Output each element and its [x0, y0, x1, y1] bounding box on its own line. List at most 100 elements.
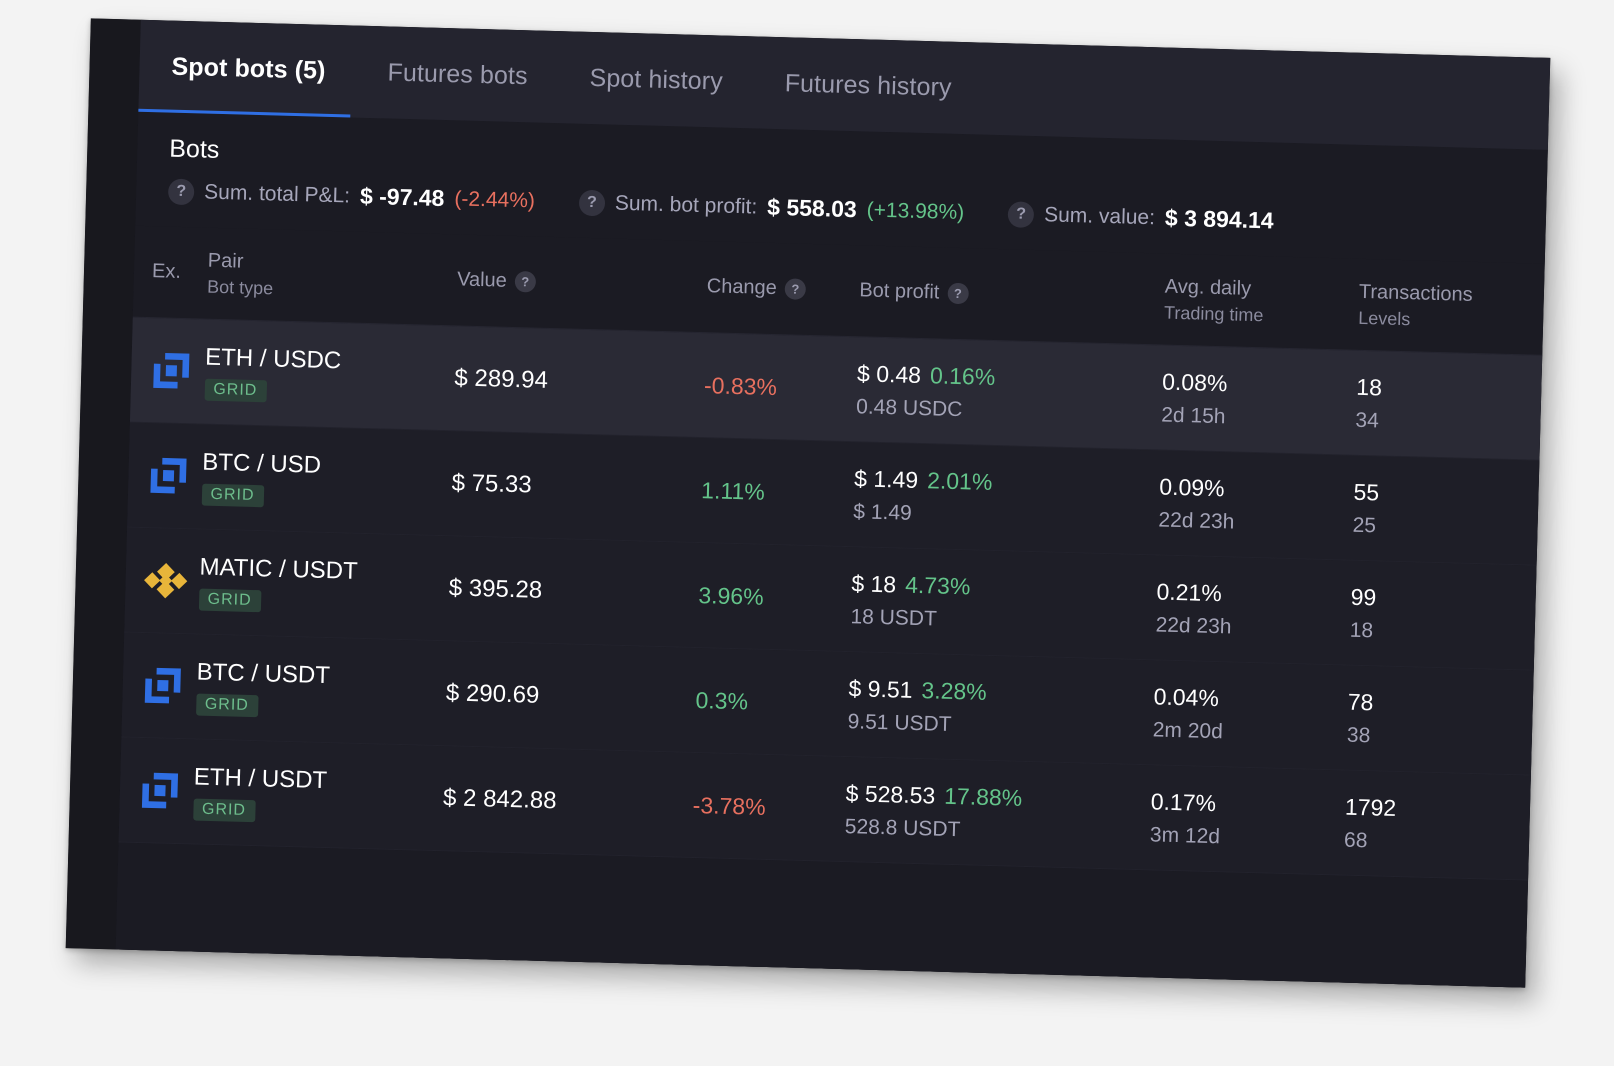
transactions-count: 99 — [1350, 583, 1377, 610]
tab-futures-bots[interactable]: Futures bots — [387, 58, 528, 91]
pair-label: ETH / USDC — [204, 343, 342, 374]
cell-value: $ 75.33 — [451, 469, 701, 504]
bot-profit-percent: 17.88% — [943, 782, 1023, 811]
tab-futures-history[interactable]: Futures history — [784, 69, 952, 103]
bot-profit-native: $ 1.49 — [853, 499, 913, 525]
value-amount: $ 289.94 — [454, 364, 549, 394]
cell-pair: BTC / USD GRID — [201, 448, 452, 512]
column-header-label: Ex. — [151, 260, 182, 283]
tab-spot-history[interactable]: Spot history — [589, 63, 723, 96]
cell-value: $ 2 842.88 — [443, 784, 693, 819]
bot-profit-amount: $ 0.48 0.16% — [856, 359, 996, 390]
column-header-sublabel: Trading time — [1163, 302, 1264, 325]
transactions-count: 78 — [1347, 688, 1374, 715]
cell-transactions: 78 38 — [1347, 688, 1534, 752]
bot-profit-amount: $ 18 4.73% — [851, 569, 971, 599]
cell-avg-daily: 0.21% 22d 23h — [1155, 578, 1351, 642]
change-percent: -0.83% — [703, 371, 778, 400]
column-header-transactions[interactable]: Transactions Levels — [1358, 280, 1544, 333]
summary-total-pnl: ? Sum. total P&L: $ -97.48 (-2.44%) — [167, 178, 536, 215]
cell-avg-daily: 0.08% 2d 15h — [1161, 368, 1357, 432]
value-amount: $ 290.69 — [445, 679, 540, 709]
bot-profit-native: 528.8 USDT — [844, 814, 961, 841]
avg-daily-percent: 0.17% — [1150, 787, 1217, 816]
cell-change: 0.3% — [695, 687, 848, 718]
column-header-label: Pair — [207, 249, 244, 273]
trading-time: 2m 20d — [1152, 717, 1224, 743]
bot-profit-amount: $ 528.53 17.88% — [845, 779, 1023, 811]
summary-value: $ 558.03 — [766, 193, 858, 223]
levels-count: 38 — [1346, 723, 1371, 747]
bot-type-badge: GRID — [192, 797, 256, 822]
cell-change: -0.83% — [704, 372, 857, 403]
bot-type-badge: GRID — [201, 483, 264, 507]
pair-label: BTC / USD — [202, 448, 322, 479]
summary-label: Sum. total P&L: — [203, 180, 351, 207]
cell-exchange — [143, 558, 200, 603]
summary-value: $ -97.48 — [359, 182, 445, 212]
help-icon[interactable]: ? — [1007, 200, 1035, 228]
column-header-pair[interactable]: Pair Bot type — [207, 249, 458, 304]
kraken-icon — [150, 457, 187, 494]
cell-bot-profit: $ 18 4.73% 18 USDT — [850, 570, 1157, 637]
help-icon[interactable]: ? — [514, 270, 537, 293]
value-amount: $ 2 842.88 — [442, 784, 557, 815]
cell-avg-daily: 0.09% 22d 23h — [1158, 473, 1354, 537]
pair-label: MATIC / USDT — [199, 553, 359, 585]
column-header-label: Transactions — [1358, 280, 1473, 306]
help-icon[interactable]: ? — [784, 278, 807, 300]
summary-percent: (+13.98%) — [866, 197, 965, 224]
avg-daily-percent: 0.04% — [1153, 682, 1220, 711]
bot-type-badge: GRID — [198, 588, 261, 612]
levels-count: 25 — [1352, 513, 1377, 537]
help-icon[interactable]: ? — [947, 282, 969, 305]
column-header-value[interactable]: Value ? — [457, 268, 707, 298]
transactions-count: 55 — [1353, 478, 1380, 505]
cell-exchange — [149, 348, 206, 393]
trading-time: 3m 12d — [1149, 822, 1221, 848]
summary-value-total: ? Sum. value: $ 3 894.14 — [1007, 200, 1274, 234]
avg-daily-percent: 0.09% — [1159, 473, 1225, 501]
cell-change: -3.78% — [692, 791, 845, 822]
change-percent: 0.3% — [695, 686, 749, 714]
summary-bot-profit: ? Sum. bot profit: $ 558.03 (+13.98%) — [578, 189, 965, 226]
column-header-change[interactable]: Change ? — [706, 275, 859, 302]
cell-change: 3.96% — [698, 582, 851, 613]
summary-label: Sum. bot profit: — [614, 191, 758, 219]
tab-spot-bots[interactable]: Spot bots (5) — [171, 52, 326, 85]
summary-label: Sum. value: — [1043, 202, 1156, 229]
bot-profit-native: 0.48 USDC — [855, 394, 963, 421]
cell-value: $ 395.28 — [448, 574, 698, 609]
transactions-count: 1792 — [1344, 793, 1397, 821]
pair-label: BTC / USDT — [196, 658, 331, 689]
trading-time: 22d 23h — [1158, 507, 1235, 534]
cell-pair: MATIC / USDT GRID — [198, 553, 449, 617]
column-header-avg-daily[interactable]: Avg. daily Trading time — [1164, 275, 1359, 328]
cell-transactions: 55 25 — [1352, 478, 1539, 542]
help-icon[interactable]: ? — [167, 178, 195, 205]
column-header-bot-profit[interactable]: Bot profit ? — [859, 279, 1165, 310]
bot-profit-percent: 4.73% — [904, 571, 971, 599]
column-header-label: Avg. daily — [1164, 275, 1252, 300]
change-percent: 3.96% — [698, 581, 764, 610]
binance-icon — [144, 562, 188, 599]
change-percent: 1.11% — [700, 476, 766, 505]
summary-percent: (-2.44%) — [454, 186, 536, 212]
cell-bot-profit: $ 528.53 17.88% 528.8 USDT — [845, 780, 1152, 847]
cell-bot-profit: $ 0.48 0.16% 0.48 USDC — [856, 360, 1163, 427]
avg-daily-percent: 0.21% — [1156, 577, 1223, 606]
value-amount: $ 395.28 — [448, 574, 543, 604]
pair-label: ETH / USDT — [193, 762, 328, 794]
bot-profit-amount: $ 9.51 3.28% — [848, 674, 988, 705]
value-amount: $ 75.33 — [451, 469, 533, 499]
column-header-exchange: Ex. — [152, 260, 208, 284]
column-header-label: Change — [706, 275, 778, 300]
help-icon[interactable]: ? — [578, 189, 606, 216]
bot-profit-percent: 0.16% — [929, 361, 996, 390]
column-header-label: Bot profit — [859, 279, 940, 304]
cell-pair: ETH / USDT GRID — [192, 762, 444, 827]
cell-transactions: 99 18 — [1349, 583, 1536, 647]
column-header-sublabel: Levels — [1357, 307, 1411, 329]
app-window: Spot bots (5) Futures bots Spot history … — [65, 18, 1551, 988]
cell-bot-profit: $ 1.49 2.01% $ 1.49 — [853, 465, 1160, 532]
